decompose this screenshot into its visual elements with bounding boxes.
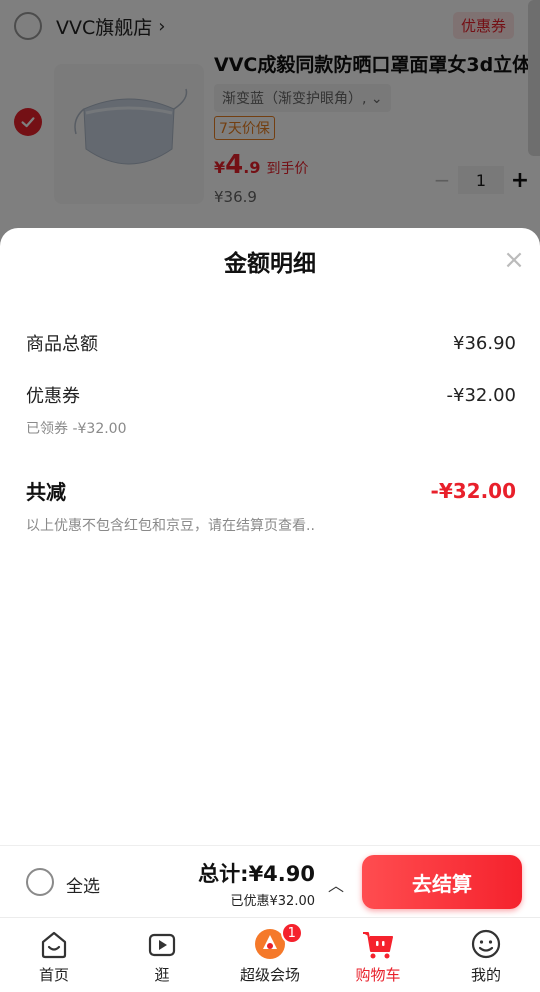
tab-super-venue[interactable]: 1 超级会场 [216,918,324,992]
profile-icon [468,926,504,962]
chevron-up-icon[interactable]: ︿ [328,872,344,896]
bottom-tab-bar: 首页 逛 1 超级会场 购物车 我的 [0,917,540,992]
total-discount-value: -¥32.00 [430,478,516,503]
checkout-button[interactable]: 去结算 [362,855,522,909]
tab-profile-label: 我的 [470,966,501,984]
tab-home[interactable]: 首页 [0,918,108,992]
checkout-bar: 全选 总计:¥4.90 已优惠¥32.00 ︿ 去结算 [0,845,540,917]
amount-detail-sheet: 金额明细 × 商品总额 ¥36.90 优惠券 -¥32.00 已领券 -¥32.… [0,228,540,845]
tab-cart[interactable]: 购物车 [324,918,432,992]
close-icon[interactable]: × [502,247,526,273]
subtotal-label: 商品总额 [26,334,98,355]
row-total-discount: 共减 -¥32.00 [26,476,516,505]
subtotal-value: ¥36.90 [453,332,516,354]
coupon-label: 优惠券 [26,386,80,407]
sheet-title: 金额明细 [224,251,316,277]
cart-icon [360,926,396,962]
coupon-claimed-note: 已领券 -¥32.00 [26,421,127,437]
total-price[interactable]: 总计:¥4.90 [198,858,315,888]
tab-cart-label: 购物车 [355,966,401,984]
select-all-label[interactable]: 全选 [66,872,100,897]
discount-note: 以上优惠不包含红包和京豆，请在结算页查看.. [26,518,315,534]
select-all-radio[interactable] [26,868,54,896]
saved-amount[interactable]: 已优惠¥32.00 [231,890,316,909]
tab-browse[interactable]: 逛 [108,918,216,992]
row-subtotal: 商品总额 ¥36.90 [26,330,516,356]
total-discount-label: 共减 [26,480,66,504]
venue-badge: 1 [280,922,303,944]
tab-home-label: 首页 [38,966,69,984]
cart-page: VVC旗舰店 › 优惠券 VVC成毅同款防晒口罩面罩女3d立体防 渐变蓝（渐变护… [0,0,540,992]
home-icon [36,926,72,962]
tab-profile[interactable]: 我的 [432,918,540,992]
play-icon [144,926,180,962]
row-coupon: 优惠券 -¥32.00 [26,382,516,408]
tab-browse-label: 逛 [154,966,170,984]
coupon-value: -¥32.00 [446,384,516,406]
modal-backdrop[interactable] [0,0,540,260]
tab-super-venue-label: 超级会场 [239,966,300,984]
